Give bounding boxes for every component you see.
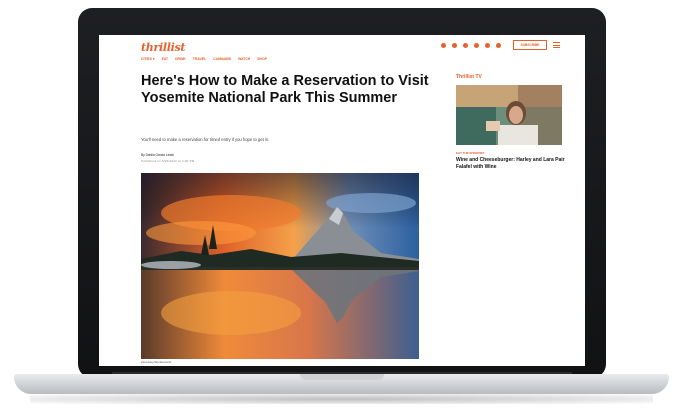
article-byline[interactable]: By Dahlia Garcia Lewin [141, 153, 174, 157]
subscribe-button[interactable]: SUBSCRIBE [513, 40, 547, 50]
main-nav: CITIES ▾ EAT DRINK TRAVEL CANNABIS WATCH… [141, 57, 267, 61]
twitter-icon[interactable] [463, 43, 468, 48]
nav-item-eat[interactable]: EAT [162, 57, 169, 61]
video-title[interactable]: Wine and Cheeseburger: Harley and Lara P… [456, 157, 568, 171]
video-kicker: EAT THE INTERNET [456, 151, 485, 155]
image-credit: Zeroduey/Shutterstock [141, 360, 172, 364]
nav-item-cannabis[interactable]: CANNABIS [213, 57, 231, 61]
instagram-icon[interactable] [452, 43, 457, 48]
article-dateline: Published on 5/25/2022 at 4:00 PM [141, 159, 195, 163]
product-photo: thrillist CITIES ▾ EAT DRINK TRAVEL CANN… [0, 0, 683, 411]
laptop-shadow [30, 394, 653, 404]
social-icons [441, 43, 501, 48]
facebook-icon[interactable] [441, 43, 446, 48]
site-header: thrillist CITIES ▾ EAT DRINK TRAVEL CANN… [99, 35, 585, 67]
youtube-icon[interactable] [485, 43, 490, 48]
nav-item-cities[interactable]: CITIES ▾ [141, 57, 155, 61]
nav-item-travel[interactable]: TRAVEL [193, 57, 206, 61]
sidebar-section-label[interactable]: Thrillist TV [456, 74, 482, 80]
hamburger-menu-icon[interactable] [553, 42, 560, 48]
nav-item-drink[interactable]: DRINK [175, 57, 186, 61]
tiktok-icon[interactable] [496, 43, 501, 48]
snapchat-icon[interactable] [474, 43, 479, 48]
site-logo[interactable]: thrillist [141, 41, 185, 54]
hero-image [141, 173, 419, 359]
laptop-screen: thrillist CITIES ▾ EAT DRINK TRAVEL CANN… [99, 35, 585, 366]
nav-item-watch[interactable]: WATCH [238, 57, 250, 61]
article-headline: Here's How to Make a Reservation to Visi… [141, 73, 429, 106]
laptop-notch [300, 374, 384, 380]
video-thumbnail[interactable] [456, 85, 562, 145]
article-dek: You'll need to make a reservation for ti… [141, 137, 270, 142]
nav-item-shop[interactable]: SHOP [257, 57, 267, 61]
